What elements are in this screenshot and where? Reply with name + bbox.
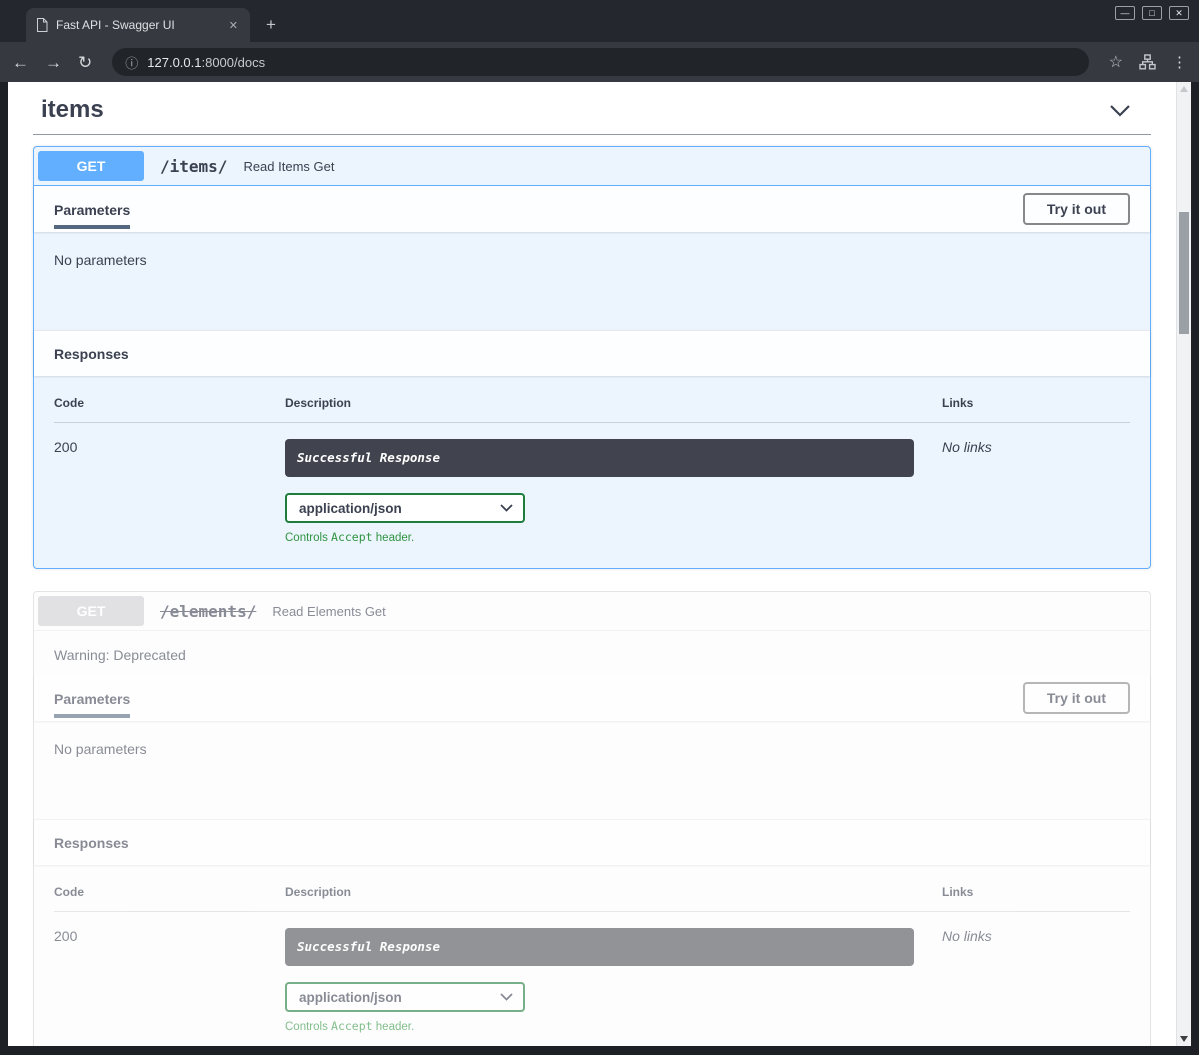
tab-title: Fast API - Swagger UI bbox=[56, 18, 219, 32]
section-title: items bbox=[41, 96, 104, 124]
description-column-header: Description bbox=[285, 885, 942, 899]
responses-table-head: Code Description Links bbox=[54, 885, 1130, 912]
deprecated-content: GET /elements/ Read Elements Get Warning… bbox=[34, 592, 1150, 1046]
opblock-get-elements-deprecated: GET /elements/ Read Elements Get Warning… bbox=[33, 591, 1151, 1046]
browser-window: Fast API - Swagger UI ✕ + — □ ✕ ← → ↻ ⓘ … bbox=[0, 0, 1199, 1055]
sitemap-icon[interactable] bbox=[1139, 54, 1156, 70]
minimize-button[interactable]: — bbox=[1115, 6, 1135, 20]
url-text: 127.0.0.1:8000/docs bbox=[147, 55, 265, 70]
opblock-body: Warning: Deprecated Parameters Try it ou… bbox=[34, 631, 1150, 1046]
deprecated-warning: Warning: Deprecated bbox=[34, 631, 1150, 675]
media-type-value: application/json bbox=[299, 501, 402, 516]
response-description-box: Successful Response bbox=[285, 439, 914, 477]
accept-note-pre: Controls bbox=[285, 1021, 331, 1033]
response-description: Successful Response bbox=[297, 450, 440, 465]
links-value: No links bbox=[942, 928, 1130, 1033]
media-type-select[interactable]: application/json bbox=[285, 982, 525, 1012]
opblock-summary[interactable]: GET /items/ Read Items Get bbox=[34, 147, 1150, 186]
accept-header-note: Controls Accept header. bbox=[285, 1019, 914, 1033]
accept-header-note: Controls Accept header. bbox=[285, 530, 914, 544]
no-parameters-text: No parameters bbox=[34, 232, 1150, 330]
opblock-body: Parameters Try it out No parameters Resp… bbox=[34, 186, 1150, 568]
try-it-out-button[interactable]: Try it out bbox=[1023, 193, 1130, 225]
url-path: :8000/docs bbox=[201, 55, 265, 70]
responses-header: Responses bbox=[34, 330, 1150, 376]
opblock-summary[interactable]: GET /elements/ Read Elements Get bbox=[34, 592, 1150, 631]
no-parameters-text: No parameters bbox=[34, 721, 1150, 819]
links-column-header: Links bbox=[942, 885, 1130, 899]
chevron-down-icon bbox=[500, 504, 513, 512]
accept-note-code: Accept bbox=[331, 1019, 373, 1033]
links-value: No links bbox=[942, 439, 1130, 544]
forward-icon[interactable]: → bbox=[45, 54, 62, 71]
toolbar-right: ☆ ⋮ bbox=[1109, 52, 1187, 72]
response-code: 200 bbox=[54, 439, 285, 544]
tab-close-icon[interactable]: ✕ bbox=[227, 19, 240, 32]
response-row: 200 Successful Response application/json bbox=[54, 423, 1130, 544]
response-code: 200 bbox=[54, 928, 285, 1033]
scrollbar[interactable] bbox=[1176, 82, 1191, 1046]
accept-note-post: header. bbox=[373, 1021, 415, 1033]
links-column-header: Links bbox=[942, 396, 1130, 410]
scroll-up-icon[interactable] bbox=[1180, 86, 1188, 92]
operation-summary: Read Items Get bbox=[243, 159, 334, 174]
method-badge: GET bbox=[38, 151, 144, 181]
accept-note-post: header. bbox=[373, 532, 415, 544]
parameters-tab: Parameters bbox=[54, 202, 130, 229]
response-description-box: Successful Response bbox=[285, 928, 914, 966]
operation-summary: Read Elements Get bbox=[272, 604, 385, 619]
kebab-menu-icon[interactable]: ⋮ bbox=[1172, 55, 1187, 70]
response-description: Successful Response bbox=[297, 939, 440, 954]
new-tab-button[interactable]: + bbox=[262, 15, 280, 35]
tag-section-header[interactable]: items bbox=[33, 82, 1151, 135]
browser-toolbar: ← → ↻ ⓘ 127.0.0.1:8000/docs ☆ ⋮ bbox=[0, 42, 1199, 82]
back-icon[interactable]: ← bbox=[12, 54, 29, 71]
response-description-cell: Successful Response application/json bbox=[285, 439, 942, 544]
responses-table: Code Description Links 200 Successful Re… bbox=[34, 376, 1150, 568]
page-viewport: items GET /items/ Read Items Get Paramet… bbox=[8, 82, 1191, 1046]
description-column-header: Description bbox=[285, 396, 942, 410]
media-type-value: application/json bbox=[299, 990, 402, 1005]
parameters-tab: Parameters bbox=[54, 691, 130, 718]
parameters-header: Parameters Try it out bbox=[34, 675, 1150, 721]
maximize-button[interactable]: □ bbox=[1142, 6, 1162, 20]
media-type-select[interactable]: application/json bbox=[285, 493, 525, 523]
responses-header: Responses bbox=[34, 819, 1150, 865]
chevron-down-icon[interactable] bbox=[1097, 100, 1143, 121]
browser-tab[interactable]: Fast API - Swagger UI ✕ bbox=[26, 8, 250, 42]
operation-path: /items/ bbox=[156, 157, 231, 176]
accept-note-pre: Controls bbox=[285, 532, 331, 544]
chevron-down-icon bbox=[500, 993, 513, 1001]
accept-note-code: Accept bbox=[331, 530, 373, 544]
code-column-header: Code bbox=[54, 396, 285, 410]
responses-table: Code Description Links 200 Successful Re… bbox=[34, 865, 1150, 1046]
page-icon bbox=[36, 18, 48, 32]
opblock-get-items: GET /items/ Read Items Get Parameters Tr… bbox=[33, 146, 1151, 569]
scrollbar-thumb[interactable] bbox=[1179, 212, 1189, 334]
titlebar: Fast API - Swagger UI ✕ + — □ ✕ bbox=[0, 0, 1199, 42]
try-it-out-button[interactable]: Try it out bbox=[1023, 682, 1130, 714]
code-column-header: Code bbox=[54, 885, 285, 899]
info-icon[interactable]: ⓘ bbox=[125, 53, 138, 72]
response-row: 200 Successful Response application/json bbox=[54, 912, 1130, 1033]
swagger-page: items GET /items/ Read Items Get Paramet… bbox=[8, 82, 1176, 1046]
method-badge: GET bbox=[38, 596, 144, 626]
reload-icon[interactable]: ↻ bbox=[78, 54, 92, 71]
scroll-down-icon[interactable] bbox=[1180, 1036, 1188, 1042]
operation-path: /elements/ bbox=[156, 602, 260, 621]
url-bar[interactable]: ⓘ 127.0.0.1:8000/docs bbox=[112, 48, 1088, 76]
window-close-button[interactable]: ✕ bbox=[1169, 6, 1189, 20]
url-host: 127.0.0.1 bbox=[147, 55, 201, 70]
bookmark-star-icon[interactable]: ☆ bbox=[1109, 52, 1123, 72]
responses-table-head: Code Description Links bbox=[54, 396, 1130, 423]
parameters-header: Parameters Try it out bbox=[34, 186, 1150, 232]
window-controls: — □ ✕ bbox=[1115, 6, 1189, 20]
response-description-cell: Successful Response application/json bbox=[285, 928, 942, 1033]
